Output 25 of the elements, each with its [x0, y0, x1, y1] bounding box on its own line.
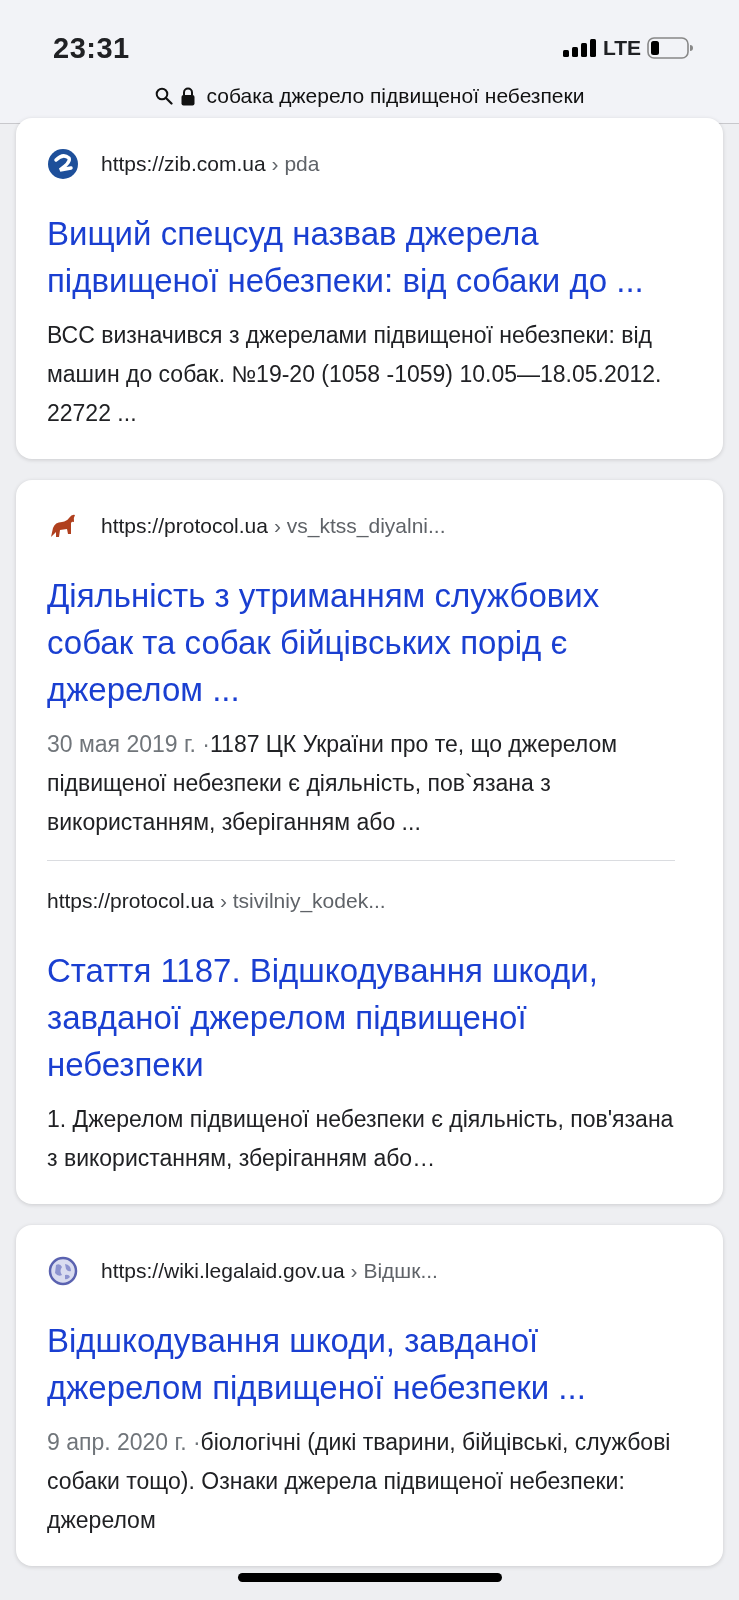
network-label: LTE	[602, 36, 641, 60]
globe-icon	[47, 1255, 79, 1287]
result-snippet: 30 мая 2019 г. ·1187 ЦК України про те, що джерелом підвищеної небезпеки є діяльність, пов`язана з використанням, зберіганням або ...	[47, 730, 619, 837]
battery-icon	[647, 37, 693, 59]
result-snippet: 1. Джерелом підвищеної небезпеки є діяльність, пов'язана з використанням, зберіганням або…	[47, 1105, 675, 1173]
address-bar[interactable]: собака джерело підвищеної небезпеки	[150, 82, 589, 110]
signal-icon	[562, 39, 597, 57]
result-title-link[interactable]: Вищий спецсуд назвав джерела підвищеної небезпеки: від собаки до ...	[47, 210, 675, 304]
result-url[interactable]: https://zib.com.ua	[101, 152, 266, 176]
result-snippet: ВСС визначився з джерелами підвищеної небезпеки: від машин до собак. №19-20 (1058 -1059) 10.05—18.05.2012. 22722 ...	[47, 321, 663, 428]
result-title-link[interactable]: Стаття 1187. Відшкодування шкоди, завданої джерелом підвищеної небезпеки	[47, 947, 675, 1088]
result-title-link[interactable]: Діяльність з утриманням службових собак та собак бійцівських порід є джерелом ...	[47, 572, 675, 713]
result-snippet: 9 апр. 2020 г. ·біологічні (дикі тварини, бійцівські, службові собаки тощо). Ознаки джерела підвищеної небезпеки: джерелом	[47, 1428, 672, 1535]
status-time: 23:31	[53, 31, 130, 65]
url-path: › tsivilniy_kodek...	[219, 889, 386, 913]
result-url[interactable]: https://protocol.ua	[101, 514, 268, 538]
search-icon	[154, 87, 173, 105]
url-path: › Відшк...	[350, 1259, 438, 1283]
lock-icon	[180, 86, 195, 106]
url-path: › vs_ktss_diyalni...	[273, 514, 446, 538]
url-path: › pda	[271, 152, 320, 176]
site-logo-icon	[47, 148, 79, 180]
result-url[interactable]: https://wiki.legalaid.gov.ua	[101, 1259, 345, 1283]
result-title-link[interactable]: Відшкодування шкоди, завданої джерелом підвищеної небезпеки ...	[47, 1317, 675, 1411]
result-url[interactable]: https://protocol.ua	[47, 889, 214, 913]
